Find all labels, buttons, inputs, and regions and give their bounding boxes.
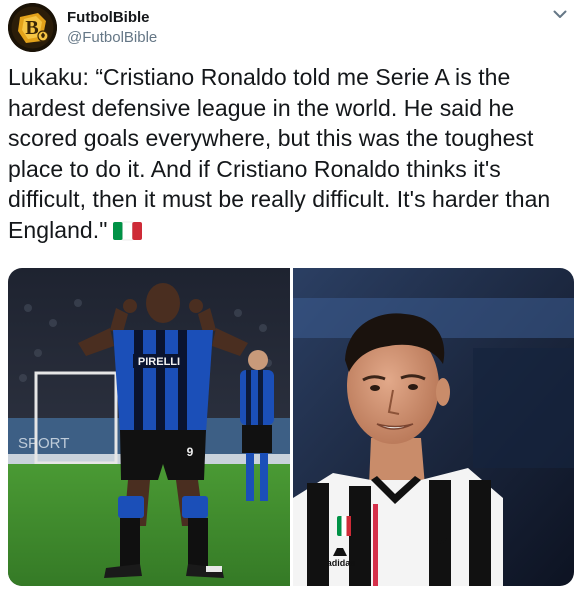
author-avatar[interactable]: B (8, 3, 57, 52)
italy-flag-icon (113, 218, 143, 249)
futbolbible-logo-icon: B (8, 3, 57, 52)
shirt-sponsor: PIRELLI (138, 356, 180, 368)
tweet-body: Lukaku: “Cristiano Ronaldo told me Serie… (8, 64, 551, 243)
media-photo-right[interactable]: adidas (293, 268, 574, 586)
celebration-photo: SPORT PIRELLI 9 (8, 268, 290, 586)
tweet-menu-button[interactable] (550, 4, 570, 24)
portrait-photo: adidas (293, 268, 574, 586)
tweet-card: B FutbolBible @FutbolBible Lukaku: “Cris… (0, 0, 580, 589)
author-display-name[interactable]: FutbolBible (67, 8, 157, 27)
shorts-number: 9 (187, 445, 194, 459)
media-photo-left[interactable]: SPORT PIRELLI 9 (8, 268, 290, 586)
kit-brand: adidas (327, 558, 356, 568)
svg-text:SPORT: SPORT (18, 435, 69, 452)
tweet-media: SPORT PIRELLI 9 adidas (8, 268, 574, 586)
tweet-text: Lukaku: “Cristiano Ronaldo told me Serie… (8, 62, 570, 248)
author-block: FutbolBible @FutbolBible (67, 8, 157, 47)
author-handle[interactable]: @FutbolBible (67, 28, 157, 47)
chevron-down-icon (553, 10, 567, 18)
svg-text:B: B (25, 17, 38, 39)
